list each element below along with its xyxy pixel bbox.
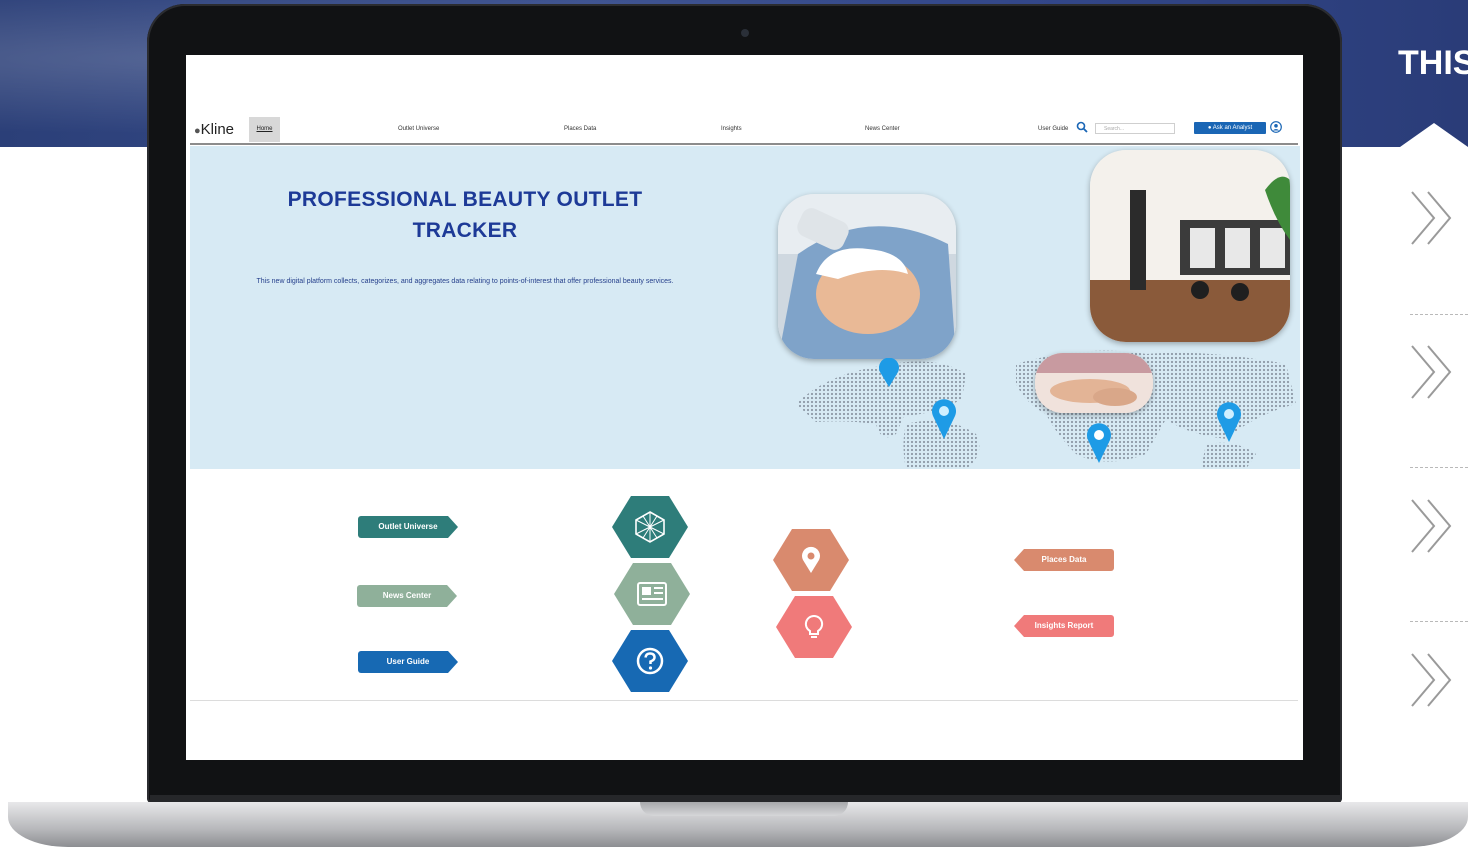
outlet-universe-button[interactable]: Outlet Universe [358,516,458,538]
user-guide-button[interactable]: User Guide [358,651,458,673]
globe-pin-icon [1087,423,1111,463]
map-pin-icon [802,546,820,573]
hero-title-line2: TRACKER [412,219,518,242]
search-input[interactable]: Search... [1095,123,1175,134]
hero-banner: PROFESSIONAL BEAUTY OUTLET TRACKER This … [190,146,1300,469]
divider [1410,314,1468,315]
map-pin-icon [1217,402,1241,442]
chevron-right-icon [1411,345,1452,399]
salon-interior-photo [1090,150,1290,342]
user-plus-icon: ● [1207,125,1212,131]
nav-outlet-universe[interactable]: Outlet Universe [398,126,439,132]
webcam [741,29,749,37]
logo-text: Kline [200,121,235,138]
search-icon[interactable] [1076,121,1088,133]
facial-treatment-photo [778,194,956,359]
laptop-screen: ●Kline Home Outlet Universe Places Data … [186,55,1303,760]
ask-analyst-label: Ask an Analyst [1212,125,1253,131]
map-pin-icon [932,399,956,439]
chevron-right-icon [1411,499,1452,553]
user-account-icon[interactable] [1270,121,1282,133]
laptop-opening-notch [640,802,848,816]
lightbulb-icon [804,614,824,638]
hero-title-line1: PROFESSIONAL BEAUTY OUTLET [287,188,643,211]
nav-insights[interactable]: Insights [721,126,742,132]
chevron-right-icon [1411,653,1452,707]
newspaper-icon [637,582,667,606]
manicure-photo [1035,353,1153,413]
insights-report-hex[interactable] [776,596,852,658]
kline-logo[interactable]: ●Kline [194,121,234,138]
top-navbar: ●Kline Home Outlet Universe Places Data … [190,115,1298,145]
outlet-universe-hex[interactable] [612,496,688,558]
insights-report-button[interactable]: Insights Report [1014,615,1114,637]
marketing-heading: THIS [1398,44,1468,82]
divider [1410,467,1468,468]
nav-places-data[interactable]: Places Data [564,126,596,132]
nav-news-center[interactable]: News Center [865,126,900,132]
news-center-button[interactable]: News Center [357,585,457,607]
places-data-button[interactable]: Places Data [1014,549,1114,571]
ask-analyst-button[interactable]: ● Ask an Analyst [1194,122,1266,134]
places-data-hex[interactable] [773,529,849,591]
nav-user-guide[interactable]: User Guide [1038,126,1068,132]
question-icon [636,647,664,675]
news-center-hex[interactable] [614,563,690,625]
divider [1410,621,1468,622]
heading-notch [1400,123,1468,147]
map-pin-icon [879,358,899,387]
cube-network-icon [635,511,665,543]
user-guide-hex[interactable] [612,630,688,692]
footer-divider [190,700,1298,701]
hero-title: PROFESSIONAL BEAUTY OUTLET TRACKER [230,184,700,246]
nav-home[interactable]: Home [249,117,280,142]
chevron-right-icon [1411,191,1452,245]
hero-description: This new digital platform collects, cate… [256,278,674,285]
